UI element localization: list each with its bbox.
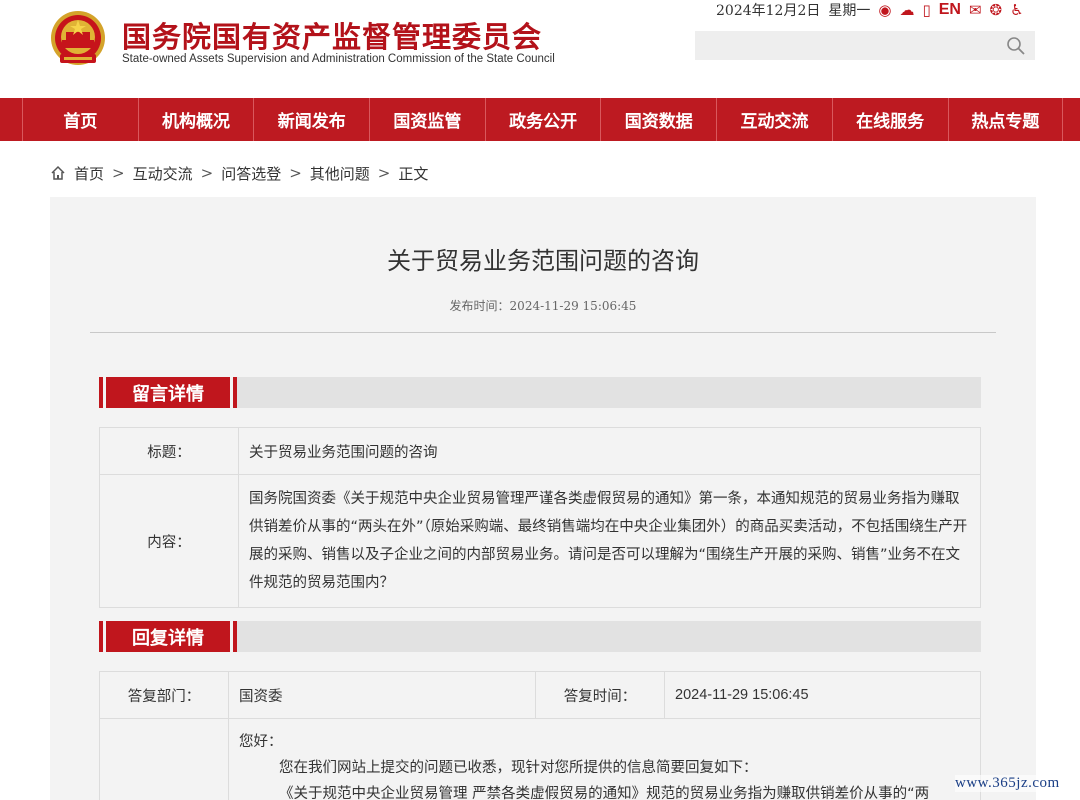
national-emblem-icon[interactable] xyxy=(50,10,106,68)
breadcrumb-current: 正文 xyxy=(398,164,429,183)
current-weekday: 星期一 xyxy=(828,3,871,19)
message-section-title: 留言详情 xyxy=(99,377,237,408)
site-header: 国务院国有资产监督管理委员会 State-owned Assets Superv… xyxy=(0,0,1080,98)
mobile-icon[interactable]: ▯ xyxy=(922,2,930,18)
breadcrumb-separator: > xyxy=(200,164,214,182)
breadcrumb-separator: > xyxy=(289,164,302,182)
publish-time-value: 2024-11-29 15:06:45 xyxy=(509,299,637,313)
accessibility-icon[interactable]: ♿ xyxy=(1010,2,1023,18)
publish-time-label: 发布时间： xyxy=(449,299,510,313)
publish-time: 发布时间：2024-11-29 15:06:45 xyxy=(50,297,1036,314)
nav-item-services[interactable]: 在线服务 xyxy=(831,98,948,141)
nav-item-gov-info[interactable]: 政务公开 xyxy=(484,98,601,141)
table-row: 内容： 国务院国资委《关于规范中央企业贸易管理严谨各类虚假贸易的通知》第一条，本… xyxy=(99,474,981,608)
message-title-label: 标题： xyxy=(99,427,239,475)
message-content-label: 内容： xyxy=(99,474,239,608)
reply-dept-label: 答复部门： xyxy=(99,671,229,719)
home-icon xyxy=(51,165,65,180)
reply-time-label: 答复时间： xyxy=(535,671,665,719)
main-nav: 首页 机构概况 新闻发布 国资监管 政务公开 国资数据 互动交流 在线服务 热点… xyxy=(0,98,1080,141)
table-row: 您好： 您在我们网站上提交的问题已收悉，现针对您所提供的信息简要回复如下： 《关… xyxy=(99,718,981,800)
nav-item-supervision[interactable]: 国资监管 xyxy=(369,98,485,141)
search-input[interactable] xyxy=(695,31,995,60)
top-utility-bar: 2024年12月2日 星期一 ◉ ☁ ▯ EN ✉ ❂ ♿ xyxy=(716,0,1024,20)
nav-item-home[interactable]: 首页 xyxy=(22,98,138,141)
breadcrumb-other[interactable]: 其他问题 xyxy=(310,163,370,184)
breadcrumb-home[interactable]: 首页 xyxy=(74,163,104,184)
weibo-icon[interactable]: ◉ xyxy=(878,2,891,18)
reply-table: 答复部门： 国资委 答复时间： 2024-11-29 15:06:45 您好： … xyxy=(99,671,981,800)
article-panel: 关于贸易业务范围问题的咨询 发布时间：2024-11-29 15:06:45 留… xyxy=(50,197,1036,800)
site-title[interactable]: 国务院国有资产监督管理委员会 xyxy=(122,14,542,56)
nav-item-topics[interactable]: 热点专题 xyxy=(947,98,1064,141)
breadcrumb: 首页 > 互动交流 > 问答选登 > 其他问题 > 正文 xyxy=(50,162,428,184)
reply-content-label xyxy=(99,718,229,800)
message-content-value: 国务院国资委《关于规范中央企业贸易管理严谨各类虚假贸易的通知》第一条，本通知规范… xyxy=(238,474,981,608)
nav-item-interaction[interactable]: 互动交流 xyxy=(716,98,832,141)
breadcrumb-separator: > xyxy=(377,164,391,182)
wechat-icon[interactable]: ☁ xyxy=(899,2,914,18)
table-row: 答复部门： 国资委 答复时间： 2024-11-29 15:06:45 xyxy=(99,671,981,719)
table-row: 标题： 关于贸易业务范围问题的咨询 xyxy=(99,427,981,475)
breadcrumb-separator: > xyxy=(112,164,125,182)
watermark-text: www.365jz.com xyxy=(955,775,1060,792)
reply-dept-value: 国资委 xyxy=(228,671,536,719)
article-title: 关于贸易业务范围问题的咨询 xyxy=(387,247,699,275)
reply-paragraph: 《关于规范中央企业贸易管理 严禁各类虚假贸易的通知》规范的贸易业务指为赚取供销差… xyxy=(279,786,930,800)
reply-section-title: 回复详情 xyxy=(99,621,237,652)
title-divider xyxy=(90,332,996,333)
site-subtitle: State-owned Assets Supervision and Admin… xyxy=(122,53,555,65)
current-date: 2024年12月2日 xyxy=(716,3,821,19)
nav-item-data[interactable]: 国资数据 xyxy=(600,98,716,141)
search-box xyxy=(695,31,1035,60)
message-table: 标题： 关于贸易业务范围问题的咨询 内容： 国务院国资委《关于规范中央企业贸易管… xyxy=(99,427,981,608)
nav-item-news[interactable]: 新闻发布 xyxy=(253,98,369,141)
message-section-header: 留言详情 xyxy=(99,377,981,408)
reply-time-value: 2024-11-29 15:06:45 xyxy=(664,671,981,719)
english-version-link[interactable]: EN xyxy=(939,2,961,18)
breadcrumb-interaction[interactable]: 互动交流 xyxy=(133,163,193,184)
reply-section-header: 回复详情 xyxy=(99,621,981,652)
emblem-link-icon[interactable]: ❂ xyxy=(990,2,1003,18)
search-icon[interactable] xyxy=(1005,35,1027,57)
reply-paragraph: 您在我们网站上提交的问题已收悉，现针对您所提供的信息简要回复如下： xyxy=(279,760,758,776)
reply-greeting: 您好： xyxy=(239,734,283,750)
mail-icon[interactable]: ✉ xyxy=(969,2,982,18)
reply-content: 您好： 您在我们网站上提交的问题已收悉，现针对您所提供的信息简要回复如下： 《关… xyxy=(228,718,981,800)
breadcrumb-qa[interactable]: 问答选登 xyxy=(221,163,281,184)
nav-item-about[interactable]: 机构概况 xyxy=(137,98,254,141)
message-title-value: 关于贸易业务范围问题的咨询 xyxy=(238,427,981,475)
